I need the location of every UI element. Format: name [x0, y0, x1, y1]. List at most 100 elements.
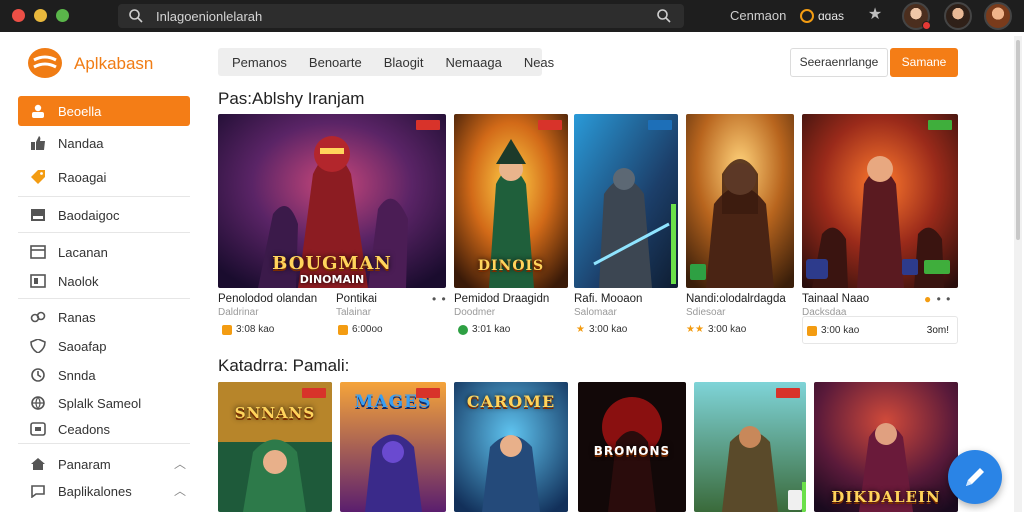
search-icon	[129, 9, 143, 23]
tab-3[interactable]: Blaogit	[384, 55, 424, 70]
star-icon[interactable]: ★	[866, 6, 884, 24]
sidebar-divider	[18, 298, 190, 299]
pencil-icon	[966, 468, 984, 486]
game-card-3[interactable]	[574, 114, 678, 288]
game-cover-art	[686, 114, 794, 288]
scrollbar-thumb[interactable]	[1016, 40, 1020, 240]
game-card-9[interactable]: BROMONS	[578, 382, 686, 512]
game-card-1[interactable]: BOUGMAN DINOMAIN	[218, 114, 446, 288]
rating-value: 6:00oo	[352, 324, 383, 335]
search-input[interactable]	[156, 6, 636, 26]
game-title[interactable]: Nandi:olodalrdagda	[686, 293, 786, 305]
game-title[interactable]: Tainaal Naao	[802, 293, 869, 305]
game-title[interactable]: Pemidod Draagidn	[454, 293, 549, 305]
game-subtitle: Daldrinar	[218, 307, 259, 318]
section-title-bottom: Katadrra: Pamali:	[218, 356, 350, 375]
tab-4[interactable]: Nemaaga	[445, 55, 501, 70]
user-icon	[32, 104, 44, 118]
badge-tag	[416, 388, 440, 398]
coins-text: ɑɑas	[818, 9, 845, 23]
sidebar-item-8[interactable]: Saoafap	[18, 331, 190, 361]
globe-icon	[31, 396, 45, 410]
chevron-up-icon[interactable]: ︿	[174, 482, 186, 499]
sidebar-item-label: Beoella	[58, 104, 102, 119]
rating-value: 3:08 kao	[236, 324, 275, 335]
sidebar-item-label: Lacanan	[58, 245, 108, 260]
sidebar-item-7[interactable]: Ranas	[18, 302, 190, 332]
game-card-11[interactable]: DIKDALEIN	[814, 382, 958, 512]
sidebar-item-4[interactable]: Baodaigoc	[18, 200, 190, 230]
sidebar-item-label: Baplikalones	[58, 484, 132, 499]
header-link[interactable]: Cenmaon	[730, 8, 786, 23]
sidebar-item-3[interactable]: Raoagai	[18, 162, 190, 192]
filter-select[interactable]: Seeraenrlange	[790, 48, 888, 77]
clock-icon	[31, 368, 45, 382]
sidebar-item-11[interactable]: Ceadons	[18, 414, 190, 444]
link-icon	[30, 311, 46, 323]
maximize-window-button[interactable]	[56, 9, 69, 22]
avatar[interactable]	[902, 2, 931, 30]
sidebar-item-label: Baodaigoc	[58, 208, 120, 223]
badge-tag	[538, 120, 562, 130]
tag-icon	[31, 170, 45, 184]
badge-tag	[928, 120, 952, 130]
coins-counter[interactable]: ɑɑas	[800, 6, 844, 26]
game-title[interactable]: Rafi. Mooaon	[574, 293, 642, 305]
avatar[interactable]	[984, 2, 1012, 30]
game-card-7[interactable]: MAGES	[340, 382, 446, 512]
filter-button[interactable]: Samane	[890, 48, 958, 77]
sidebar-item-6[interactable]: Naolok	[18, 266, 190, 296]
game-rating: 6:00oo	[338, 324, 383, 335]
title-bar: Cenmaon ɑɑas ★	[0, 0, 1024, 32]
sidebar-item-13[interactable]: Baplikalones ︿	[18, 476, 190, 506]
game-subtitle: Salomaar	[574, 307, 617, 318]
tab-1[interactable]: Pemanos	[232, 55, 287, 70]
section-title-top: Pas:Ablshy Iranjam	[218, 89, 365, 108]
sidebar-divider	[18, 232, 190, 233]
badge-tag	[648, 120, 672, 130]
game-subtitle: Sdiesoar	[686, 307, 726, 318]
close-window-button[interactable]	[12, 9, 25, 22]
avatar[interactable]	[944, 2, 972, 30]
tab-5[interactable]: Neas	[524, 55, 554, 70]
sidebar-item-2[interactable]: Nandaa	[18, 128, 190, 158]
game-cover-art	[218, 382, 332, 512]
game-rating: 3:01 kao	[458, 324, 510, 335]
sidebar-item-label: Nandaa	[58, 136, 104, 151]
game-rating: 3:00 kao	[807, 325, 859, 336]
chevron-up-icon[interactable]: ︿	[174, 455, 186, 472]
more-options-icon[interactable]: ● • •	[924, 292, 951, 306]
game-card-5[interactable]	[802, 114, 958, 288]
game-card-6[interactable]: SNNANS	[218, 382, 332, 512]
rating-icon	[458, 324, 468, 335]
image-icon	[31, 209, 45, 221]
app-name: Aplkabasn	[74, 54, 154, 73]
sidebar-item-label: Naolok	[58, 274, 99, 289]
sidebar-item-1[interactable]: Beoella	[18, 96, 190, 126]
game-card-2[interactable]: DINOIS	[454, 114, 568, 288]
game-cover-art	[574, 114, 678, 288]
search-submit-icon[interactable]	[656, 8, 672, 24]
game-card-4[interactable]	[686, 114, 794, 288]
edit-fab-button[interactable]	[948, 450, 1002, 504]
game-subtitle: Doodmer	[454, 307, 496, 318]
game-card-footer: 3:00 kao 3om!	[802, 316, 958, 344]
sidebar-divider	[18, 443, 190, 444]
tab-2[interactable]: Benoarte	[309, 55, 362, 70]
grid-icon	[30, 422, 46, 436]
search-bar[interactable]	[118, 4, 684, 28]
game-title[interactable]: Pontikai	[336, 293, 377, 305]
sidebar-item-label: Panaram	[58, 457, 111, 472]
sidebar-item-label: Splalk Sameol	[58, 396, 142, 411]
game-title[interactable]: Penolodod olandan	[218, 293, 317, 305]
book-icon	[30, 274, 46, 288]
sidebar-item-9[interactable]: Snnda	[18, 360, 190, 390]
game-cover-title: BROMONS	[593, 444, 671, 458]
game-card-10[interactable]	[694, 382, 806, 512]
sidebar-item-5[interactable]: Lacanan	[18, 237, 190, 267]
game-card-8[interactable]: CAROME	[454, 382, 568, 512]
sidebar-item-label: Ceadons	[58, 422, 111, 437]
minimize-window-button[interactable]	[34, 9, 47, 22]
sidebar-item-12[interactable]: Panaram ︿	[18, 449, 190, 479]
more-options-icon[interactable]: • •	[432, 292, 447, 306]
